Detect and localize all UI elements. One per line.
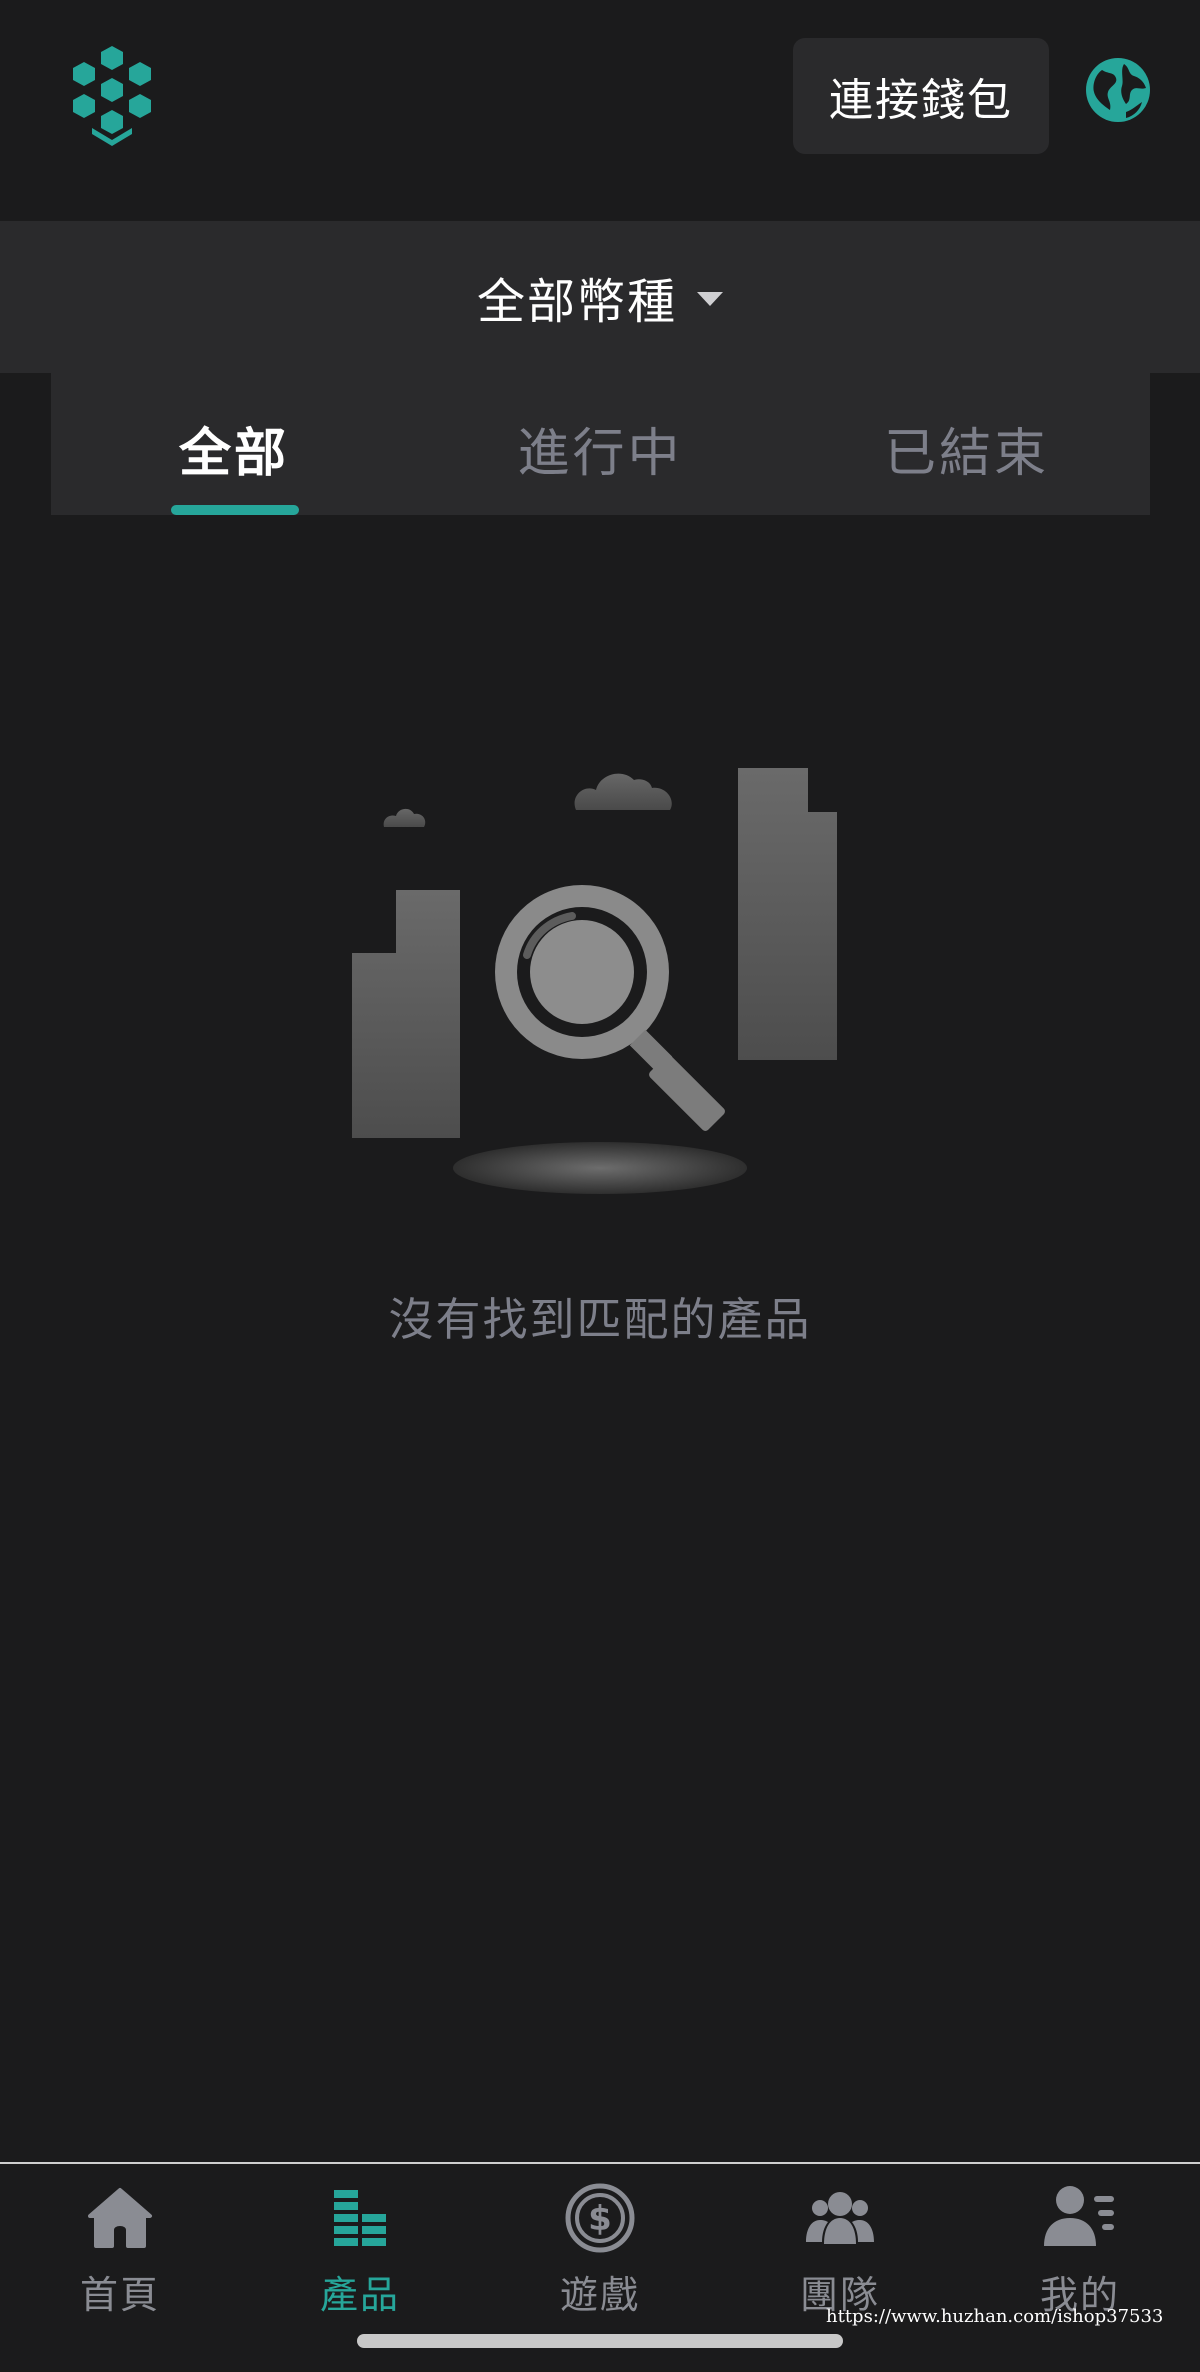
tab-label: 進行中 bbox=[517, 424, 683, 484]
active-tab-indicator bbox=[171, 505, 299, 515]
connect-wallet-button[interactable]: 連接錢包 bbox=[793, 38, 1049, 154]
tab-label: 全部 bbox=[178, 424, 289, 484]
empty-state-message: 沒有找到匹配的產品 bbox=[388, 1293, 812, 1346]
currency-filter-bar: 全部幣種 bbox=[0, 221, 1200, 373]
nav-item-games[interactable]: $ 遊戲 bbox=[500, 2182, 700, 2322]
connect-wallet-label: 連接錢包 bbox=[829, 75, 1013, 126]
nav-label: 產品 bbox=[319, 2273, 400, 2317]
status-tabs: 全部 進行中 已結束 bbox=[51, 373, 1150, 515]
globe-icon[interactable] bbox=[1084, 56, 1152, 124]
home-icon bbox=[88, 2188, 152, 2248]
nav-item-products[interactable]: 產品 bbox=[260, 2182, 460, 2322]
nav-label: 首頁 bbox=[79, 2273, 160, 2317]
watermark-url: https://www.huzhan.com/ishop37533 bbox=[826, 2306, 1164, 2327]
home-indicator bbox=[357, 2334, 843, 2348]
profile-icon bbox=[1044, 2186, 1114, 2246]
nav-item-profile[interactable]: 我的 bbox=[980, 2182, 1180, 2322]
dollar-coin-icon: $ bbox=[565, 2183, 635, 2253]
tab-label: 已結束 bbox=[883, 424, 1049, 484]
caret-down-icon bbox=[697, 292, 723, 306]
tab-in-progress[interactable]: 進行中 bbox=[417, 373, 783, 515]
nav-label: 遊戲 bbox=[559, 2273, 640, 2317]
empty-search-illustration bbox=[352, 768, 837, 1194]
logo-icon bbox=[73, 46, 151, 146]
currency-dropdown-label: 全部幣種 bbox=[476, 274, 677, 330]
products-icon bbox=[334, 2190, 386, 2246]
tab-ended[interactable]: 已結束 bbox=[783, 373, 1150, 515]
nav-item-team[interactable]: 團隊 bbox=[740, 2182, 940, 2322]
app-header: 連接錢包 bbox=[0, 0, 1200, 200]
tab-all[interactable]: 全部 bbox=[51, 373, 417, 515]
svg-text:$: $ bbox=[588, 2199, 612, 2239]
nav-item-home[interactable]: 首頁 bbox=[20, 2182, 220, 2322]
team-icon bbox=[806, 2192, 874, 2244]
currency-dropdown[interactable]: 全部幣種 bbox=[0, 221, 1200, 373]
